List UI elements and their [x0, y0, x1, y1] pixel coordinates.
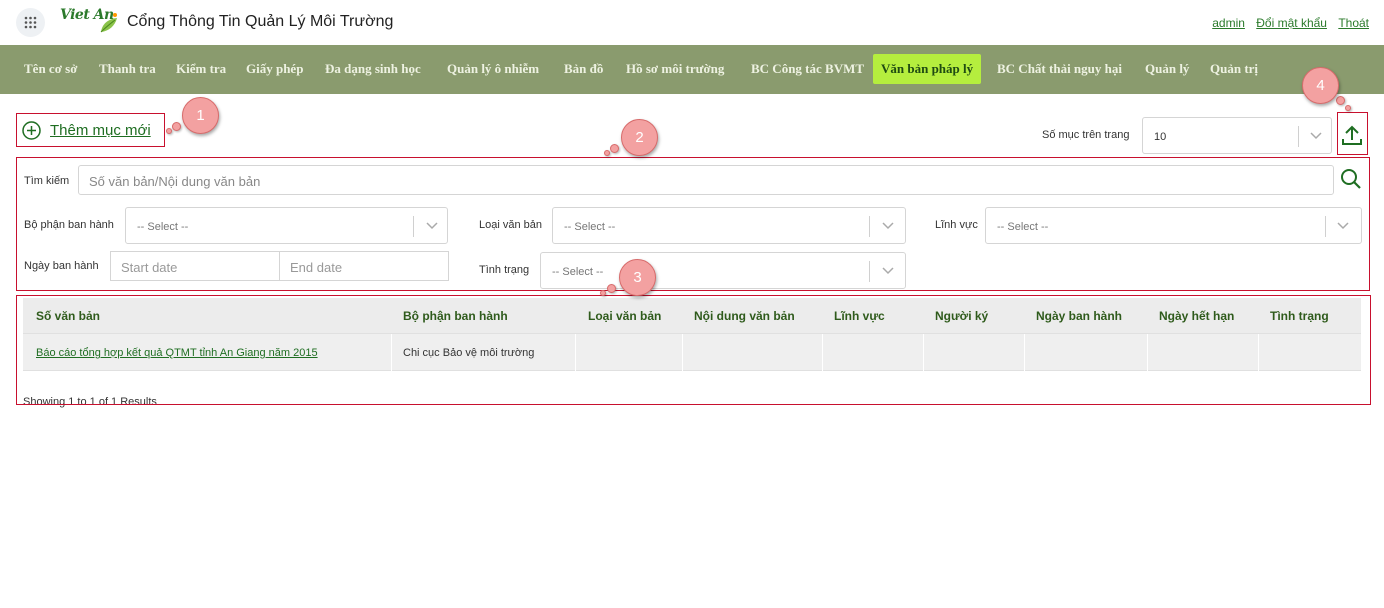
nav-item-quan-ly-o-nhiem[interactable]: Quản lý ô nhiễm	[447, 61, 539, 77]
app-grid-button[interactable]	[16, 8, 45, 37]
chevron-down-icon	[1310, 132, 1322, 140]
nav-item-ten-co-so[interactable]: Tên cơ sở	[24, 61, 77, 77]
grid-icon	[24, 16, 37, 29]
annotation-pointer	[1345, 105, 1351, 111]
annotation-pointer	[607, 284, 616, 293]
user-link[interactable]: admin	[1212, 16, 1245, 30]
nav-item-giay-phep[interactable]: Giấy phép	[246, 61, 303, 77]
top-links: admin Đổi mật khẩu Thoát	[1204, 16, 1369, 30]
annotation-badge-4: 4	[1302, 67, 1339, 104]
annotation-pointer	[610, 144, 619, 153]
main-nav: Tên cơ sở Thanh tra Kiểm tra Giấy phép Đ…	[0, 45, 1384, 94]
nav-item-thanh-tra[interactable]: Thanh tra	[99, 61, 156, 77]
annotation-box-add-new	[16, 113, 165, 147]
nav-item-da-dang-sinh-hoc[interactable]: Đa dạng sinh học	[325, 61, 421, 77]
annotation-box-table	[16, 295, 1371, 405]
site-title: Cổng Thông Tin Quản Lý Môi Trường	[127, 13, 394, 30]
nav-item-quan-ly[interactable]: Quản lý	[1145, 61, 1189, 77]
annotation-pointer	[172, 122, 181, 131]
annotation-pointer	[604, 150, 610, 156]
logout-link[interactable]: Thoát	[1338, 16, 1369, 30]
logo[interactable]: Viet An	[60, 6, 120, 38]
nav-item-ban-do[interactable]: Bản đồ	[564, 61, 603, 77]
annotation-badge-2: 2	[621, 119, 658, 156]
page-size-select[interactable]: 10	[1142, 117, 1332, 154]
nav-item-ho-so-moi-truong[interactable]: Hồ sơ môi trường	[626, 61, 724, 77]
nav-item-bc-chat-thai-nguy-hai[interactable]: BC Chất thải nguy hại	[997, 61, 1122, 77]
annotation-badge-1: 1	[182, 97, 219, 134]
annotation-pointer	[166, 128, 172, 134]
header: Viet An Cổng Thông Tin Quản Lý Môi Trườn…	[0, 0, 1384, 45]
annotation-badge-3: 3	[619, 259, 656, 296]
annotation-pointer	[600, 290, 606, 296]
page-size-value: 10	[1154, 131, 1167, 143]
nav-item-van-ban-phap-ly[interactable]: Văn bản pháp lý	[873, 54, 982, 84]
select-divider	[1298, 126, 1299, 147]
annotation-box-export	[1337, 112, 1368, 155]
page-size-label: Số mục trên trang	[1042, 129, 1130, 141]
nav-item-bc-cong-tac-bvmt[interactable]: BC Công tác BVMT	[751, 61, 864, 77]
nav-item-kiem-tra[interactable]: Kiểm tra	[176, 61, 226, 77]
nav-item-quan-tri[interactable]: Quản trị	[1210, 61, 1258, 77]
change-password-link[interactable]: Đổi mật khẩu	[1256, 16, 1327, 30]
annotation-pointer	[1336, 96, 1345, 105]
annotation-box-filters	[16, 157, 1370, 291]
leaf-icon	[100, 13, 117, 33]
